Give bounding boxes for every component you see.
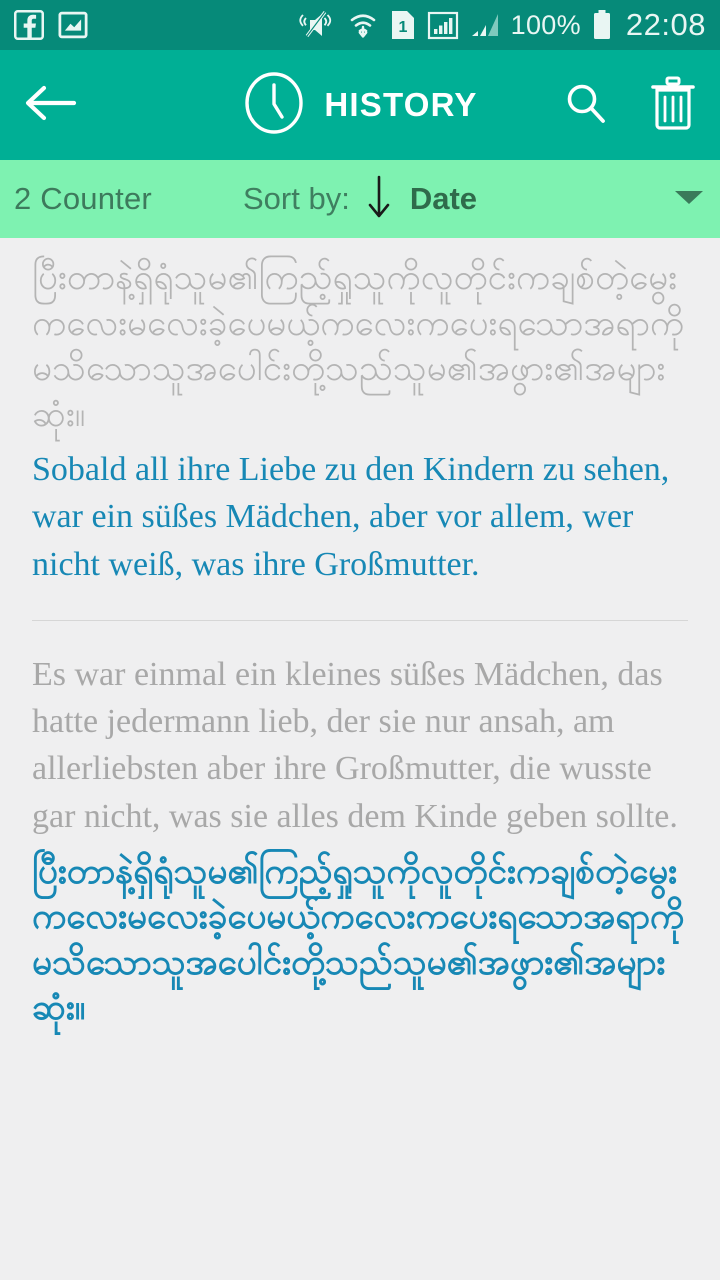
sort-bar[interactable]: 2 Counter Sort by: Date [0, 160, 720, 238]
sort-by-label: Sort by: [242, 181, 350, 216]
wifi-icon [347, 9, 379, 41]
status-bar-notifications [14, 10, 88, 40]
trash-icon [648, 75, 698, 136]
svg-text:1: 1 [398, 19, 407, 36]
history-source-text: Es war einmal ein kleines süßes Mädchen,… [32, 655, 678, 835]
list-item[interactable]: ပြီးတာနဲ့ရှိရုံသူမ၏ကြည့်ရှုသူကိုလူတိုင်း… [0, 238, 720, 598]
status-bar-system-icons: 1 100% 22:08 [298, 7, 706, 43]
photo-icon [58, 10, 88, 40]
status-bar-clock: 22:08 [625, 7, 706, 42]
back-button[interactable] [22, 81, 78, 130]
battery-percent-label: 100% [510, 9, 581, 40]
sort-value-label: Date [409, 181, 478, 216]
signal-full-icon [427, 9, 459, 41]
clock-icon [242, 71, 306, 140]
counter-label: 2 Counter [14, 181, 152, 216]
list-item[interactable]: Es war einmal ein kleines süßes Mädchen,… [0, 621, 720, 1091]
phone-screen: 1 100% 22:08 HISTORY 2 Counter Sort by: … [0, 0, 720, 1280]
delete-button[interactable] [648, 75, 698, 136]
search-icon [562, 79, 610, 132]
arrow-down-icon[interactable] [366, 174, 392, 225]
page-title: HISTORY [324, 86, 478, 123]
battery-full-icon [592, 9, 612, 41]
history-source-text: ပြီးတာနဲ့ရှိရုံသူမ၏ကြည့်ရှုသူကိုလူတိုင်း… [32, 258, 685, 435]
search-button[interactable] [562, 79, 610, 132]
facebook-icon [14, 10, 44, 40]
history-translated-text: ပြီးတာနဲ့ရှိရုံသူမ၏ကြည့်ရှုသူကိုလူတိုင်း… [32, 851, 685, 1029]
status-bar: 1 100% 22:08 [0, 0, 720, 50]
app-bar-actions [562, 75, 698, 136]
signal-second-icon [470, 9, 500, 41]
mute-vibrate-icon [298, 8, 336, 42]
chevron-down-icon[interactable] [672, 184, 706, 215]
sim1-icon: 1 [390, 9, 416, 41]
back-arrow-icon [22, 81, 78, 130]
history-list[interactable]: ပြီးတာနဲ့ရှိရုံသူမ၏ကြည့်ရှုသူကိုလူတိုင်း… [0, 238, 720, 1280]
history-translated-text: Sobald all ihre Liebe zu den Kindern zu … [32, 451, 670, 583]
app-bar: HISTORY [0, 50, 720, 160]
